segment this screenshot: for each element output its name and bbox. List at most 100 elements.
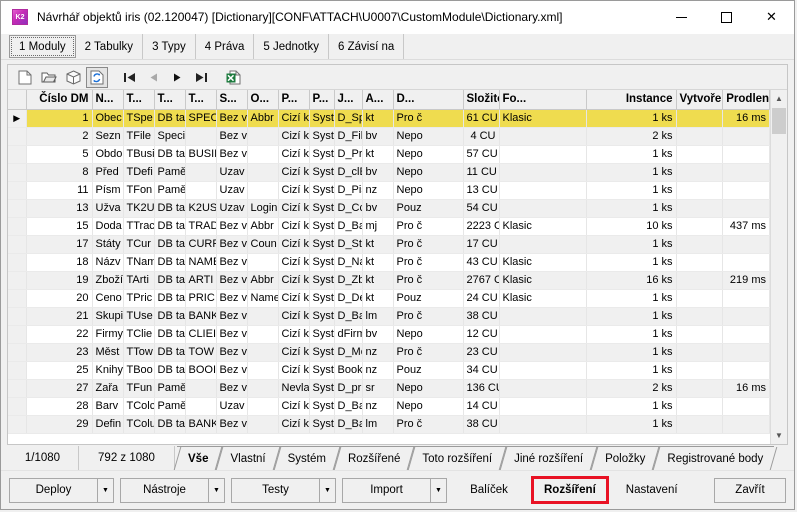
column-header-instance[interactable]: Instance [586,90,677,110]
row-marker[interactable]: ▶ [8,109,27,128]
filter-tab-vse[interactable]: Vše [177,446,220,470]
table-row[interactable]: 13UžvaTK2UDB taK2USUzavLoginCizí kSystéD… [8,199,770,218]
export-excel-icon[interactable] [222,67,244,88]
filter-tab-toto-rozsireni[interactable]: Toto rozšíření [411,446,504,470]
column-header-cislo-dm[interactable]: Číslo DM [26,90,93,110]
filter-tab-vlastni[interactable]: Vlastní [219,446,277,470]
zavrit-button[interactable]: Zavřít [714,477,786,503]
testy-button[interactable]: Testy [231,477,319,503]
table-row[interactable]: 28BarvTColcPamě Uzav Cizí kSystéD_BanzNepo… [8,397,770,416]
column-header-o[interactable]: O... [247,90,279,110]
row-marker[interactable] [8,127,27,146]
nastroje-split-button[interactable]: Nástroje ▼ [120,477,225,503]
column-header-vytvoreni[interactable]: Vytvoření [676,90,724,110]
refresh-icon[interactable] [86,66,108,88]
tab-tabulky[interactable]: 2 Tabulky [75,34,144,59]
last-record-icon[interactable] [190,67,212,88]
table-row[interactable]: 5ObdoTBusiDB taBUSIIBez v Cizí kSystéD_Pr… [8,145,770,164]
import-button[interactable]: Import [342,477,430,503]
row-marker[interactable] [8,271,27,290]
tab-typy[interactable]: 3 Typy [143,34,196,59]
tab-zavisi-na[interactable]: 6 Závisí na [329,34,405,59]
row-marker[interactable] [8,415,27,434]
balicek-button[interactable]: Balíček [453,478,525,503]
column-header-slozitost[interactable]: Složitost [463,90,500,110]
close-button[interactable]: ✕ [749,1,794,33]
filter-tab-jine-rozsireni[interactable]: Jiné rozšíření [503,446,595,470]
row-marker[interactable] [8,379,27,398]
table-row[interactable]: 15DodaTTracDB taTRADBez vAbbrCizí kSysté… [8,217,770,236]
table-row[interactable]: ▶ 1ObecTSpeDB taSPECBez vAbbrCizí kSystéD… [8,109,770,128]
row-marker[interactable] [8,145,27,164]
tab-prava[interactable]: 4 Práva [195,34,255,59]
row-marker[interactable] [8,217,27,236]
table-row[interactable]: 21SkupiTUseDB taBANKBez v Cizí kSystéD_Ba… [8,307,770,326]
maximize-button[interactable] [704,1,749,33]
scrollbar-track[interactable] [771,134,787,427]
open-folder-icon[interactable] [38,67,60,88]
table-row[interactable]: 27ZařaTFunPamě Bez v NevlaSystéD_prisrNepo… [8,379,770,398]
data-grid[interactable]: Číslo DM N... T... T... T... S... O... P… [8,90,787,444]
import-split-button[interactable]: Import ▼ [342,477,447,503]
column-header-n[interactable]: N... [92,90,124,110]
deploy-split-button[interactable]: Deploy ▼ [9,477,114,503]
filter-tab-registrovane-body[interactable]: Registrované body [656,446,775,470]
deploy-button[interactable]: Deploy [9,477,97,503]
table-row[interactable]: 22FirmyTClieDB taCLIEIBez v Cizí kSystédF… [8,325,770,344]
vertical-scrollbar[interactable]: ▲ ▼ [770,90,787,444]
row-marker[interactable] [8,343,27,362]
new-icon[interactable] [14,67,36,88]
filter-tab-polozky[interactable]: Položky [594,446,657,470]
next-record-icon[interactable] [166,67,188,88]
table-row[interactable]: 8PředTDefiPamě Uzav Cizí kSystéD_clEbvNepo… [8,163,770,182]
table-row[interactable]: 25KnihyTBooDB taBOOIBez v Cizí kSystéBook… [8,361,770,380]
package-icon[interactable] [62,67,84,88]
table-row[interactable]: 20CenoTPricDB taPRICBez vNameCizí kSysté… [8,289,770,308]
row-marker[interactable] [8,235,27,254]
table-row[interactable]: 11PísmTFonPamě Uzav Cizí kSystéD_PisnzNepo… [8,181,770,200]
table-row[interactable]: 17StátyTCurDB taCURRBez vCounCizí kSysté… [8,235,770,254]
nastroje-dropdown-arrow-icon[interactable]: ▼ [208,477,225,503]
minimize-button[interactable] [659,1,704,33]
row-marker[interactable] [8,307,27,326]
column-header-j[interactable]: J... [334,90,363,110]
row-marker[interactable] [8,253,27,272]
row-marker[interactable] [8,181,27,200]
scroll-down-icon[interactable]: ▼ [771,427,787,444]
testy-dropdown-arrow-icon[interactable]: ▼ [319,477,336,503]
first-record-icon[interactable] [118,67,140,88]
filter-tab-rozsirene[interactable]: Rozšířené [336,446,412,470]
scrollbar-thumb[interactable] [772,108,786,134]
table-row[interactable]: 19 Zboží TArti DB ta ARTI Bez v Abbr Cizí k Syst… [8,271,770,290]
nastaveni-button[interactable]: Nastavení [615,478,689,503]
column-header-a[interactable]: A... [362,90,394,110]
column-header-fo[interactable]: Fo... [499,90,587,110]
import-dropdown-arrow-icon[interactable]: ▼ [430,477,447,503]
testy-split-button[interactable]: Testy ▼ [231,477,336,503]
column-header-t3[interactable]: T... [185,90,217,110]
row-marker[interactable] [8,325,27,344]
row-marker[interactable] [8,361,27,380]
row-marker[interactable] [8,289,27,308]
table-row[interactable]: 23MěstTTowDB taTOWBez v Cizí kSystéD_Menz… [8,343,770,362]
table-row[interactable]: 2SeznTFileSpeci Bez v Cizí kSystéD_FilbvNe… [8,127,770,146]
table-row[interactable]: 29DefinTColuDB taBANKBez v Cizí kSystéD_B… [8,415,770,434]
row-marker[interactable] [8,397,27,416]
column-header-t2[interactable]: T... [154,90,186,110]
column-header-p2[interactable]: P... [309,90,335,110]
column-header-p1[interactable]: P... [278,90,310,110]
tab-jednotky[interactable]: 5 Jednotky [254,34,329,59]
row-marker[interactable] [8,199,27,218]
table-row[interactable]: 18NázvTNamDB taNAMEBez v Cizí kSystéD_Nak… [8,253,770,272]
column-header-prodleni[interactable]: Prodlení [722,90,770,110]
previous-record-icon[interactable] [142,67,164,88]
deploy-dropdown-arrow-icon[interactable]: ▼ [97,477,114,503]
scroll-up-icon[interactable]: ▲ [771,90,787,107]
nastroje-button[interactable]: Nástroje [120,477,208,503]
rozsireni-button[interactable]: Rozšíření [531,476,609,504]
column-header-d[interactable]: D... [393,90,464,110]
column-header-t1[interactable]: T... [123,90,155,110]
filter-tab-system[interactable]: Systém [276,446,337,470]
column-header-s[interactable]: S... [216,90,248,110]
row-marker[interactable] [8,163,27,182]
